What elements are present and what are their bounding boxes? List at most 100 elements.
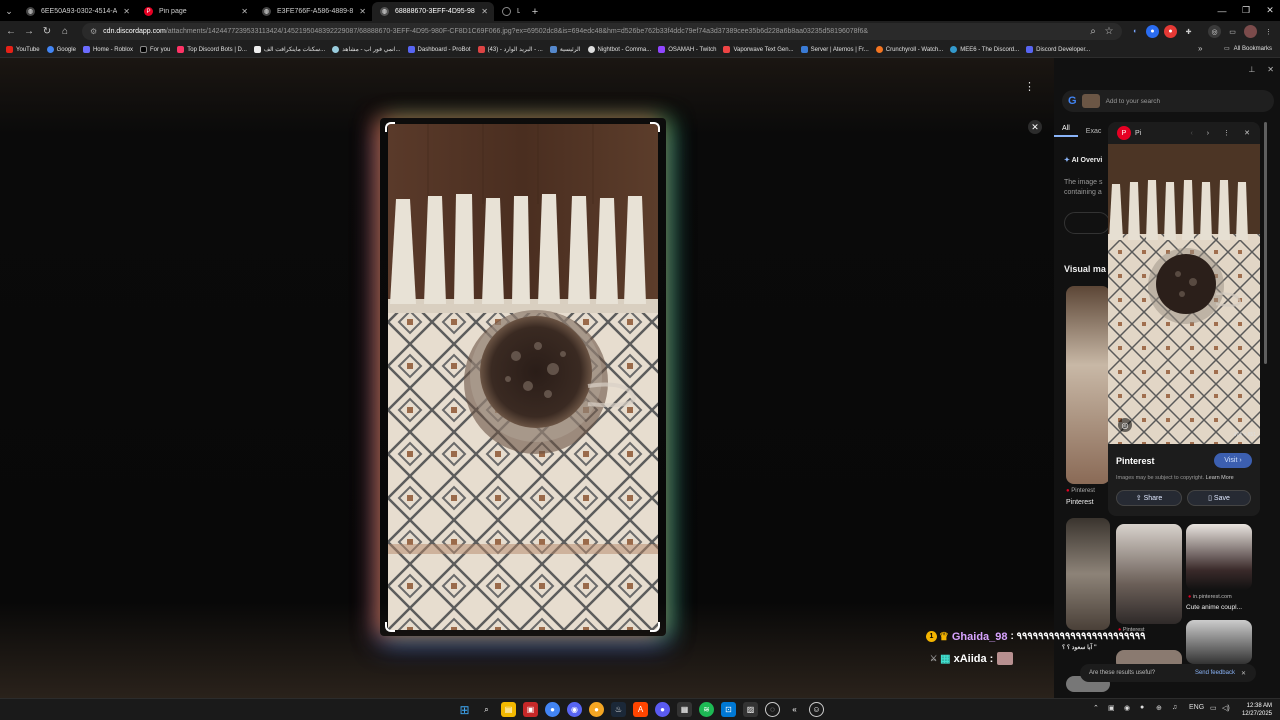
lens-search-box[interactable]: G Add to your search: [1062, 90, 1274, 112]
bookmark-star-icon[interactable]: ☆: [1100, 23, 1118, 41]
language-indicator[interactable]: ENG: [1189, 704, 1204, 711]
tab-2[interactable]: P Pin page ✕: [136, 2, 254, 21]
reload-icon[interactable]: ↻: [38, 23, 56, 41]
app-orange-icon[interactable]: ●: [589, 702, 604, 717]
bookmark-minecraft-skins[interactable]: سكنات ماينكرافت الف...: [253, 46, 325, 53]
tab-search-icon[interactable]: ⌄: [0, 2, 18, 21]
bookmark-home-ar[interactable]: الرئيسية: [549, 46, 581, 53]
chrome-menu-icon[interactable]: ⋮: [1262, 25, 1275, 38]
crop-corner-top-right[interactable]: [650, 122, 660, 132]
app-circle-icon[interactable]: ◌: [765, 702, 780, 717]
result-image-anime-2[interactable]: [1186, 524, 1252, 590]
tab-exact[interactable]: Exac: [1078, 128, 1110, 135]
chrome-icon[interactable]: ●: [545, 702, 560, 717]
network-icon[interactable]: ▭: [1210, 704, 1217, 712]
result-image-left-2[interactable]: [1066, 518, 1110, 630]
address-bar[interactable]: ⚙ cdn.discordapp.com /attachments/142447…: [82, 23, 1122, 40]
close-preview-icon[interactable]: ✕: [1244, 129, 1250, 137]
file-explorer-icon[interactable]: ▤: [501, 702, 516, 717]
bookmark-discord-dev[interactable]: Discord Developer...: [1026, 46, 1090, 53]
close-tab-icon[interactable]: ✕: [241, 7, 248, 16]
app-smile-icon[interactable]: ☺: [809, 702, 824, 717]
close-panel-icon[interactable]: ✕: [1267, 65, 1274, 74]
profile-sync-icon[interactable]: ▭: [1226, 25, 1239, 38]
panel-scrollbar[interactable]: [1264, 122, 1267, 364]
bookmark-x[interactable]: For you: [139, 46, 170, 53]
close-lens-overlay-icon[interactable]: ✕: [1028, 120, 1042, 134]
crop-corner-bottom-left[interactable]: [385, 622, 395, 632]
clock[interactable]: 12:38 AM 12/27/2025: [1242, 702, 1272, 718]
app-orange-square-icon[interactable]: A: [633, 702, 648, 717]
crop-corner-top-left[interactable]: [385, 122, 395, 132]
save-button[interactable]: ▯ Save: [1187, 490, 1251, 506]
bookmark-nightbot[interactable]: Nightbot - Comma...: [587, 46, 651, 53]
bookmark-anime[interactable]: انمي فور اب - مشاهد...: [332, 46, 401, 53]
tab-3[interactable]: ◍ E3FE766F-A586-4889-8638-DD... ✕: [254, 2, 372, 21]
result-title[interactable]: Pinterest: [1066, 499, 1094, 506]
preview-image[interactable]: ◎ 474 × 851: [1108, 144, 1260, 444]
result-title[interactable]: Cute anime coupl...: [1186, 604, 1242, 611]
volume-icon[interactable]: ◁): [1222, 704, 1230, 712]
result-image-left[interactable]: [1066, 286, 1110, 484]
bookmark-youtube[interactable]: YouTube: [6, 46, 40, 53]
prev-result-icon[interactable]: ‹: [1190, 130, 1192, 137]
bookmark-mee6[interactable]: MEE6 - The Discord...: [950, 46, 1019, 53]
tab-5[interactable]: Loa...: [494, 2, 526, 21]
app-back-icon[interactable]: «: [787, 702, 802, 717]
tray-app-icon[interactable]: ▣: [1108, 704, 1115, 712]
tab-1[interactable]: ◍ 6EE50A93-0302-4514-AF11-FE... ✕: [18, 2, 136, 21]
app-dark-icon[interactable]: ▨: [743, 702, 758, 717]
start-icon[interactable]: ⊞: [457, 702, 472, 717]
close-window-icon[interactable]: ✕: [1256, 0, 1280, 21]
lens-side-panel-icon[interactable]: ◎: [1208, 25, 1221, 38]
tray-discord-icon[interactable]: ◉: [1124, 704, 1130, 712]
app-red-icon[interactable]: ▣: [523, 702, 538, 717]
bookmark-roblox[interactable]: Home - Roblox: [82, 46, 133, 53]
tray-app2-icon[interactable]: ●: [1140, 704, 1144, 711]
next-result-icon[interactable]: ›: [1207, 130, 1209, 137]
new-tab-button[interactable]: +: [526, 2, 544, 21]
tray-expand-icon[interactable]: ⌃: [1093, 704, 1099, 712]
bookmarks-overflow-icon[interactable]: »: [1198, 44, 1202, 53]
close-tab-icon[interactable]: ✕: [359, 7, 366, 16]
bookmark-probot[interactable]: Dashboard - ProBot: [407, 46, 471, 53]
share-button[interactable]: ⇪ Share: [1116, 490, 1182, 506]
extensions-puzzle-icon[interactable]: ✚: [1182, 25, 1195, 38]
app-blue-icon[interactable]: ●: [655, 702, 670, 717]
bookmark-twitch[interactable]: OSAMAH - Twitch: [658, 46, 716, 53]
bookmark-vaporwave[interactable]: Vaporwave Text Gen...: [723, 46, 794, 53]
steam-icon[interactable]: ♨: [611, 702, 626, 717]
ai-show-more-button[interactable]: [1064, 212, 1110, 234]
visit-button[interactable]: Visit ›: [1214, 453, 1252, 468]
tab-all[interactable]: All: [1054, 125, 1078, 137]
bookmark-crunchyroll[interactable]: Crunchyroll - Watch...: [875, 46, 943, 53]
lens-search-image-icon[interactable]: ◎: [1118, 418, 1132, 432]
terminal-icon[interactable]: ▦: [677, 702, 692, 717]
more-options-icon[interactable]: ⋮: [1024, 80, 1035, 93]
back-icon[interactable]: ←: [2, 23, 20, 41]
forward-icon[interactable]: →: [20, 23, 38, 41]
close-tab-icon[interactable]: ✕: [481, 7, 488, 16]
home-icon[interactable]: ⌂: [56, 23, 74, 41]
discord-icon[interactable]: ◉: [567, 702, 582, 717]
bookmark-topgg[interactable]: Top Discord Bots | D...: [177, 46, 247, 53]
coffee-photo[interactable]: [388, 124, 658, 630]
avatar[interactable]: [1244, 25, 1257, 38]
spotify-icon[interactable]: ≋: [699, 702, 714, 717]
app-blue-square-icon[interactable]: ⊡: [721, 702, 736, 717]
tray-shield-icon[interactable]: ⊕: [1156, 704, 1162, 712]
extension-blue-icon[interactable]: ●: [1146, 25, 1159, 38]
tab-4-active[interactable]: ◍ 68888670-3EFF-4D95-980F-CF... ✕: [372, 2, 494, 21]
search-icon[interactable]: ⌕: [479, 702, 494, 717]
preview-more-icon[interactable]: ⋮: [1223, 129, 1230, 137]
bookmark-aternos[interactable]: Server | Aternos | Fr...: [800, 46, 869, 53]
learn-more-link[interactable]: Learn More: [1206, 475, 1234, 481]
pin-icon[interactable]: ⊥: [1248, 65, 1255, 74]
tray-mic-icon[interactable]: ♫: [1172, 704, 1177, 711]
site-info-icon[interactable]: ⚙: [90, 27, 97, 36]
all-bookmarks-button[interactable]: ▭ All Bookmarks: [1224, 45, 1272, 53]
result-image-anime-1[interactable]: [1116, 524, 1182, 624]
bookmark-google[interactable]: Google: [46, 46, 76, 53]
extension-red-icon[interactable]: ●: [1164, 25, 1177, 38]
search-input[interactable]: Add to your search: [1106, 98, 1161, 105]
